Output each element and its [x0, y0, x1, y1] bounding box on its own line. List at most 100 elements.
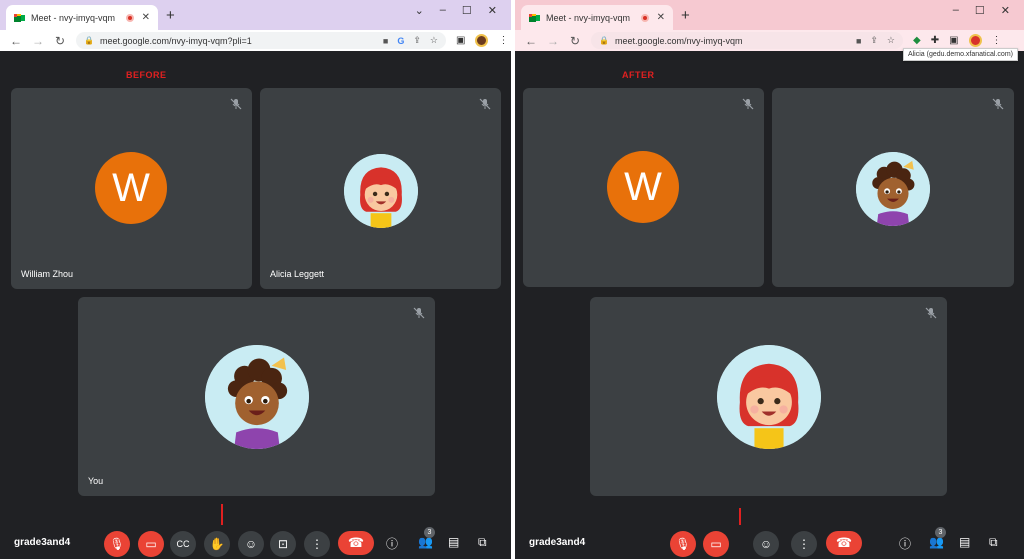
recording-indicator-icon — [640, 13, 649, 22]
more-vert-icon: ⋮ — [798, 537, 810, 551]
reload-icon[interactable]: ↻ — [54, 34, 66, 48]
puzzle-extensions-icon[interactable]: ✚ — [931, 35, 939, 46]
share-icon[interactable]: ⇪ — [870, 35, 878, 46]
tab-strip: Meet - nvy-imyq-vqm ✕ + ⌄ – ☐ ✕ — [0, 0, 511, 30]
leave-call-button[interactable]: ☎ — [826, 531, 862, 555]
back-icon[interactable]: ← — [525, 34, 537, 48]
phone-hangup-icon: ☎ — [835, 535, 853, 550]
address-bar[interactable]: 🔒 meet.google.com/nvy-imyq-vqm?pli=1 ■ G… — [76, 32, 446, 49]
extension-icon[interactable]: ◆ — [913, 35, 921, 46]
mic-off-icon — [413, 307, 425, 319]
emoji-icon: ☺ — [759, 537, 773, 551]
participant-tile[interactable]: W — [523, 88, 764, 287]
camera-icon[interactable]: ■ — [856, 36, 861, 46]
minimize-icon[interactable]: – — [440, 4, 446, 17]
leave-call-button[interactable]: ☎ — [338, 531, 374, 555]
close-window-icon[interactable]: ✕ — [1001, 4, 1010, 17]
new-tab-icon[interactable]: + — [681, 7, 690, 24]
share-icon[interactable]: ⇪ — [413, 35, 421, 46]
participant-tile[interactable] — [772, 88, 1014, 287]
chevron-down-icon[interactable]: ⌄ — [415, 4, 424, 17]
mic-off-icon — [925, 307, 937, 319]
meeting-details-icon[interactable]: ⓘ — [899, 535, 911, 552]
bookmark-star-icon[interactable]: ☆ — [887, 35, 895, 46]
back-icon[interactable]: ← — [10, 34, 22, 48]
meeting-details-icon[interactable]: ⓘ — [386, 535, 398, 552]
camera-toggle-button[interactable]: ▭ — [703, 531, 729, 557]
people-count-badge: 3 — [935, 527, 946, 538]
tab-title: Meet - nvy-imyq-vqm — [31, 12, 116, 23]
camera-icon[interactable]: ■ — [383, 36, 388, 46]
recording-indicator-icon — [125, 13, 134, 22]
activities-icon[interactable]: ⧉ — [478, 535, 487, 550]
mic-off-icon — [479, 98, 491, 110]
tab-close-icon[interactable]: ✕ — [142, 12, 150, 23]
participant-tile[interactable]: Alicia Leggett — [260, 88, 501, 289]
menu-dots-icon[interactable]: ⋮ — [498, 35, 508, 46]
before-caption: BEFORE — [126, 70, 167, 80]
address-bar[interactable]: 🔒 meet.google.com/nvy-imyq-vqm ■ ⇪ ☆ — [591, 32, 903, 49]
microphone-toggle-button[interactable]: 🎙 — [670, 531, 696, 557]
curly-haired-girl-avatar — [856, 152, 930, 226]
self-tile[interactable] — [590, 297, 947, 496]
mic-off-icon — [230, 98, 242, 110]
mic-off-icon — [992, 98, 1004, 110]
reactions-button[interactable]: ☺ — [753, 531, 779, 557]
forward-icon[interactable]: → — [32, 34, 44, 48]
captions-button[interactable]: CC — [170, 531, 196, 557]
address-toolbar: ← → ↻ 🔒 meet.google.com/nvy-imyq-vqm?pli… — [0, 30, 511, 51]
google-icon[interactable]: G — [397, 36, 404, 46]
red-haired-girl-avatar — [344, 154, 418, 228]
side-panel-icon[interactable]: ▣ — [456, 35, 465, 46]
microphone-toggle-button[interactable]: 🎙 — [104, 531, 130, 557]
reactions-button[interactable]: ☺ — [238, 531, 264, 557]
tab-close-icon[interactable]: ✕ — [657, 12, 665, 23]
minimize-icon[interactable]: – — [953, 4, 959, 17]
tab-title: Meet - nvy-imyq-vqm — [546, 12, 631, 23]
tab-strip: Meet - nvy-imyq-vqm ✕ + – ☐ ✕ — [515, 0, 1024, 30]
google-meet-favicon-icon — [14, 13, 25, 23]
profile-avatar-icon[interactable] — [968, 34, 982, 47]
people-count-badge: 3 — [424, 527, 435, 538]
before-browser-window: Meet - nvy-imyq-vqm ✕ + ⌄ – ☐ ✕ ← → ↻ 🔒 … — [0, 0, 511, 559]
maximize-icon[interactable]: ☐ — [975, 4, 985, 17]
menu-dots-icon[interactable]: ⋮ — [992, 35, 1002, 46]
chat-icon[interactable]: ▤ — [959, 535, 970, 549]
new-tab-icon[interactable]: + — [166, 7, 175, 24]
more-vert-icon: ⋮ — [311, 537, 323, 551]
camera-toggle-button[interactable]: ▭ — [138, 531, 164, 557]
window-controls: ⌄ – ☐ ✕ — [415, 4, 497, 17]
forward-icon[interactable]: → — [547, 34, 559, 48]
window-controls: – ☐ ✕ — [953, 4, 1010, 17]
captions-icon: CC — [176, 539, 190, 549]
bookmark-star-icon[interactable]: ☆ — [430, 35, 438, 46]
present-button[interactable]: ⊡ — [270, 531, 296, 557]
participant-tile[interactable]: W William Zhou — [11, 88, 252, 289]
more-options-button[interactable]: ⋮ — [791, 531, 817, 557]
raise-hand-button[interactable]: ✋ — [204, 531, 230, 557]
camera-off-icon: ▭ — [710, 537, 722, 551]
camera-off-icon: ▭ — [145, 537, 157, 551]
chat-icon[interactable]: ▤ — [448, 535, 459, 549]
reload-icon[interactable]: ↻ — [569, 34, 581, 48]
curly-haired-girl-avatar — [205, 345, 309, 449]
maximize-icon[interactable]: ☐ — [462, 4, 472, 17]
url-text: meet.google.com/nvy-imyq-vqm?pli=1 — [99, 35, 252, 46]
self-tile[interactable]: You — [78, 297, 435, 496]
profile-avatar-icon[interactable] — [475, 34, 489, 47]
meeting-code: grade3and4 — [14, 537, 71, 548]
people-icon[interactable]: 👥 3 — [418, 527, 435, 549]
more-options-button[interactable]: ⋮ — [304, 531, 330, 557]
emoji-icon: ☺ — [244, 537, 258, 551]
participant-name: William Zhou — [21, 269, 74, 279]
after-browser-window: Meet - nvy-imyq-vqm ✕ + – ☐ ✕ ← → ↻ 🔒 me… — [515, 0, 1024, 559]
activities-icon[interactable]: ⧉ — [989, 535, 998, 550]
lock-icon: 🔒 — [84, 36, 94, 45]
meeting-code: grade3and4 — [529, 537, 586, 548]
side-panel-icon[interactable]: ▣ — [949, 35, 958, 46]
close-window-icon[interactable]: ✕ — [488, 4, 497, 17]
people-icon[interactable]: 👥 3 — [929, 527, 946, 549]
browser-tab[interactable]: Meet - nvy-imyq-vqm ✕ — [6, 5, 158, 30]
after-caption: AFTER — [622, 70, 655, 80]
browser-tab[interactable]: Meet - nvy-imyq-vqm ✕ — [521, 5, 673, 30]
